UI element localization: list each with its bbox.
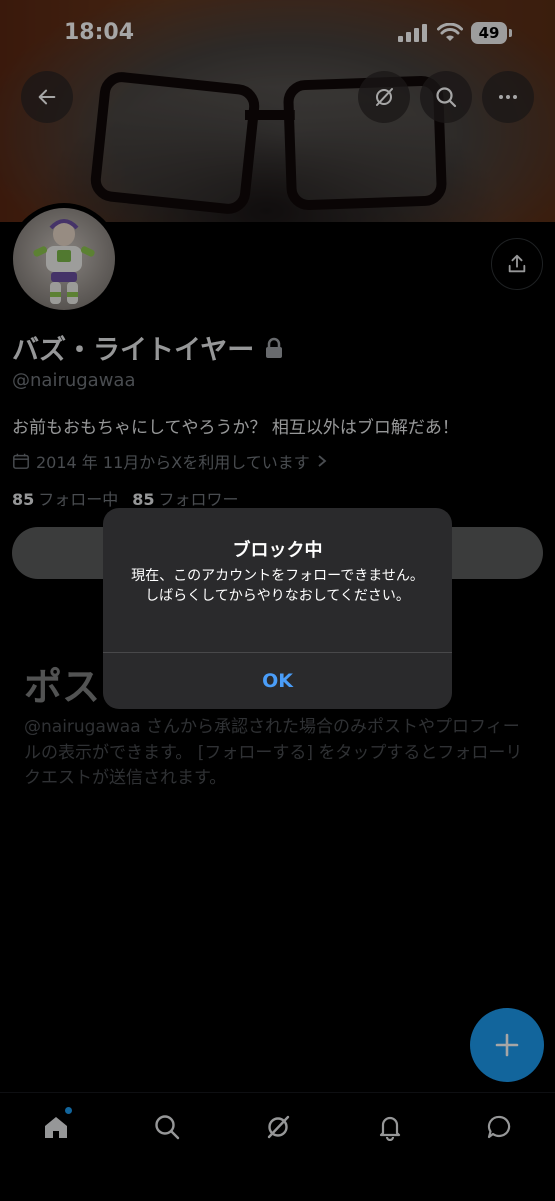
alert-ok-button[interactable]: OK — [103, 653, 452, 709]
alert-message: 現在、このアカウントをフォローできません。しばらくしてからやりなおしてください。 — [131, 568, 424, 605]
alert-title: ブロック中 — [232, 540, 323, 561]
blocked-alert-dialog: ブロック中 現在、このアカウントをフォローできません。しばらくしてからやりなおし… — [103, 508, 452, 709]
